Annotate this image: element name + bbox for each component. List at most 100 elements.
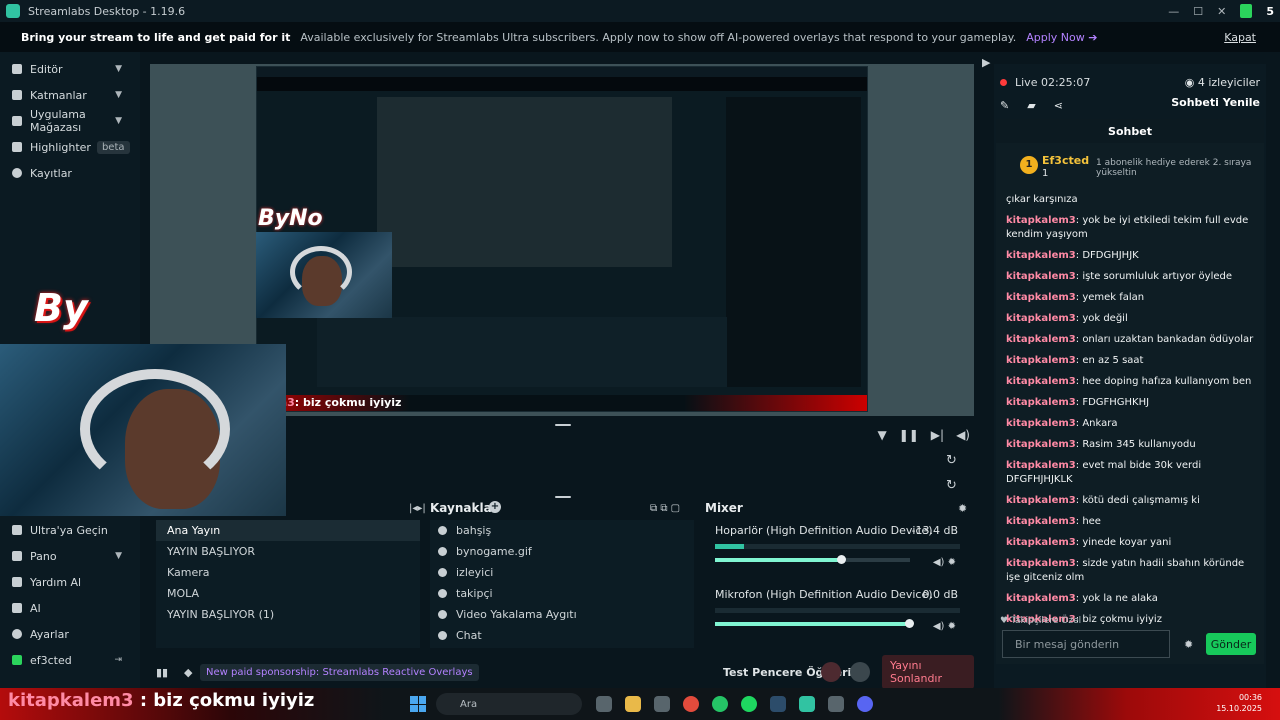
chat-username[interactable]: kitapkalem3 <box>1006 439 1076 450</box>
skip-icon[interactable]: ▶| <box>931 428 944 442</box>
source-item[interactable]: bahşiş <box>430 520 694 541</box>
chat-username[interactable]: kitapkalem3 <box>1006 460 1076 471</box>
scene-item[interactable]: Kamera <box>156 562 420 583</box>
play-icon <box>12 168 22 178</box>
scene-item[interactable]: YAYIN BAŞLIYOR <box>156 541 420 562</box>
chat-text: çıkar karşınıza <box>1006 194 1078 205</box>
taskbar-clock[interactable]: 00:36 15.10.2025 <box>1216 692 1262 714</box>
slider-knob[interactable] <box>836 555 846 564</box>
spotify-icon[interactable] <box>741 696 757 712</box>
pause-icon[interactable]: ❚❚ <box>899 428 919 442</box>
mute-icon[interactable]: ◀) ✹ <box>933 557 956 568</box>
replay-button[interactable] <box>850 662 870 682</box>
scenes-collapse-icon[interactable]: |◂▸| <box>409 503 426 514</box>
source-item[interactable]: bynogame.gif <box>430 541 694 562</box>
scene-item[interactable]: Ana Yayın <box>156 520 420 541</box>
ultra-icon[interactable] <box>1240 4 1253 18</box>
sidebar-item-ai[interactable]: AI <box>0 595 140 621</box>
chat-username[interactable]: kitapkalem3 <box>1006 397 1076 408</box>
source-item[interactable]: Chat <box>430 625 694 646</box>
file-explorer-icon[interactable] <box>596 696 612 712</box>
store-icon[interactable] <box>654 696 670 712</box>
source-settings-icon[interactable]: ⧉ ⧉ ▢ <box>650 503 680 514</box>
add-source-icon[interactable]: + <box>489 501 501 513</box>
sidebar-item-app-store[interactable]: Uygulama Mağazası ▼ <box>0 108 140 134</box>
streamlabs-icon[interactable] <box>799 696 815 712</box>
chat-username[interactable]: kitapkalem3 <box>1006 495 1076 506</box>
notification-icon[interactable]: ◆ <box>184 666 192 679</box>
sponsorship-notice[interactable]: New paid sponsorship: Streamlabs Reactiv… <box>200 663 479 681</box>
chat-settings-icon[interactable]: ✹ <box>1184 638 1193 651</box>
record-button[interactable] <box>821 662 841 682</box>
folder-icon[interactable] <box>625 696 641 712</box>
sidebar-item-editor[interactable]: Editör ▼ <box>0 56 140 82</box>
discord-icon[interactable] <box>857 696 873 712</box>
volume-slider[interactable] <box>715 619 914 628</box>
banner-close-link[interactable]: Kapat <box>1224 31 1256 44</box>
source-item[interactable]: Video Yakalama Aygıtı <box>430 604 694 625</box>
scene-item[interactable]: YAYIN BAŞLIYOR (1) <box>156 604 420 625</box>
sidebar-item-account[interactable]: ef3cted ⇥ <box>0 647 140 673</box>
send-button[interactable]: Gönder <box>1206 633 1256 655</box>
chat-username[interactable]: kitapkalem3 <box>1006 376 1076 387</box>
steam-icon[interactable] <box>770 696 786 712</box>
chat-username[interactable]: kitapkalem3 <box>1006 355 1076 366</box>
taskbar-search[interactable]: Ara <box>436 693 582 715</box>
mixer-gear-icon[interactable]: ✹ <box>958 502 967 515</box>
chat-username[interactable]: kitapkalem3 <box>1006 215 1076 226</box>
sidebar-item-ultra[interactable]: Ultra'ya Geçin <box>0 517 140 543</box>
slider-knob[interactable] <box>905 619 914 628</box>
volume-slider[interactable] <box>715 555 910 564</box>
stats-icon[interactable]: ▮▮ <box>156 666 168 679</box>
minimize-icon[interactable]: — <box>1168 5 1179 18</box>
folder-icon[interactable]: ▰ <box>1027 99 1035 112</box>
sidebar-item-recordings[interactable]: Kayıtlar <box>0 160 140 186</box>
logout-icon[interactable]: ⇥ <box>114 655 122 665</box>
chat-username[interactable]: kitapkalem3 <box>1006 558 1076 569</box>
follower-only-label[interactable]: ♥ Takipçilere Özel <box>1000 616 1081 626</box>
globe-icon <box>438 526 447 535</box>
apply-now-link[interactable]: Apply Now ➔ <box>1026 31 1097 44</box>
chat-username[interactable]: kitapkalem3 <box>1006 418 1076 429</box>
chevron-down-icon: ▼ <box>115 551 122 561</box>
close-window-icon[interactable]: ✕ <box>1217 5 1226 18</box>
chat-username[interactable]: kitapkalem3 <box>1006 593 1076 604</box>
mute-icon[interactable]: ◀) ✹ <box>933 621 956 632</box>
share-icon[interactable]: ⋖ <box>1054 99 1063 112</box>
chrome-icon[interactable] <box>683 696 699 712</box>
source-item[interactable]: izleyici <box>430 562 694 583</box>
globe-icon <box>438 568 447 577</box>
chat-username[interactable]: kitapkalem3 <box>1006 516 1076 527</box>
sidebar-item-settings[interactable]: Ayarlar <box>0 621 140 647</box>
chevron-right-icon[interactable]: ▶ <box>982 56 990 69</box>
webcam-overlay <box>0 344 286 516</box>
chat-username[interactable]: kitapkalem3 <box>1006 250 1076 261</box>
app-icon[interactable] <box>828 696 844 712</box>
refresh-chat-button[interactable]: Sohbeti Yenile <box>1171 96 1260 109</box>
chat-username[interactable]: kitapkalem3 <box>1006 313 1076 324</box>
filter-icon[interactable]: ▼ <box>877 428 886 442</box>
rank-badge: 1 <box>1020 156 1038 174</box>
end-stream-button[interactable]: Yayını Sonlandır <box>882 655 974 689</box>
chat-messages: çıkar karşınıza kitapkalem3: yok be iyi e… <box>1006 193 1258 634</box>
refresh-icon[interactable]: ↻ <box>946 453 957 468</box>
speaker-icon[interactable]: ◀) <box>956 428 970 442</box>
source-item[interactable]: takipçi <box>430 583 694 604</box>
chat-username[interactable]: kitapkalem3 <box>1006 334 1076 345</box>
channel-db: -13.4 dB <box>911 524 959 537</box>
sidebar-item-highlighter[interactable]: Highlighter beta <box>0 134 140 160</box>
whatsapp-icon[interactable] <box>712 696 728 712</box>
sidebar-item-help[interactable]: Yardım Al <box>0 569 140 595</box>
chevron-down-icon: ▼ <box>115 90 122 100</box>
chat-username[interactable]: kitapkalem3 <box>1006 537 1076 548</box>
pencil-icon[interactable]: ✎ <box>1000 99 1009 112</box>
sidebar-item-dashboard[interactable]: Pano ▼ <box>0 543 140 569</box>
chat-username[interactable]: kitapkalem3 <box>1006 271 1076 282</box>
maximize-icon[interactable]: ☐ <box>1193 5 1203 18</box>
chat-input[interactable]: Bir mesaj gönderin <box>1002 630 1170 658</box>
refresh-icon-2[interactable]: ↻ <box>946 478 957 493</box>
scene-item[interactable]: MOLA <box>156 583 420 604</box>
chat-username[interactable]: kitapkalem3 <box>1006 292 1076 303</box>
windows-start-icon[interactable] <box>410 696 426 712</box>
sidebar-item-layers[interactable]: Katmanlar ▼ <box>0 82 140 108</box>
